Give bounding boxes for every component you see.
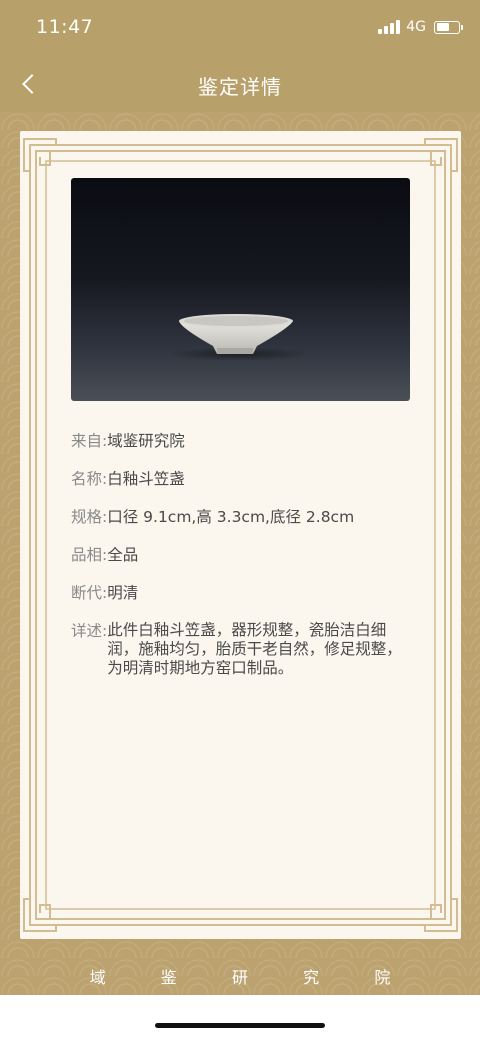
bowl-illustration [169, 314, 309, 361]
status-time: 11:47 [36, 16, 94, 38]
item-photo[interactable] [71, 178, 410, 401]
footer-char: 究 [303, 968, 320, 987]
appraisal-card: 来自: 域鉴研究院 名称: 白釉斗笠盏 规格: 口径 9.1cm,高 3.3cm… [20, 131, 461, 939]
detail-row-from: 来自: 域鉴研究院 [71, 431, 416, 452]
header: 11:47 4G 鉴定详情 [0, 0, 480, 112]
name-value: 白釉斗笠盏 [107, 470, 185, 488]
home-indicator[interactable] [155, 1023, 325, 1028]
condition-value: 全品 [107, 546, 139, 564]
page-title: 鉴定详情 [198, 75, 282, 99]
from-value: 域鉴研究院 [107, 432, 185, 450]
detail-row-dating: 断代: 明清 [71, 583, 416, 604]
footer-char: 鉴 [160, 968, 177, 987]
dating-value: 明清 [107, 584, 139, 602]
status-indicators: 4G [378, 19, 463, 35]
detail-row-spec: 规格: 口径 9.1cm,高 3.3cm,底径 2.8cm [71, 507, 416, 528]
spec-label: 规格: [71, 508, 108, 526]
detail-row-description: 详述: 此件白釉斗笠盏，器形规整，瓷胎洁白细润，施釉均匀，胎质干老自然，修足规整… [71, 621, 416, 678]
footer-char: 域 [89, 968, 106, 987]
condition-label: 品相: [71, 546, 108, 564]
network-type: 4G [406, 19, 426, 35]
dating-label: 断代: [71, 584, 108, 602]
from-label: 来自: [71, 432, 108, 450]
signal-icon [378, 20, 401, 34]
battery-icon [434, 20, 463, 34]
detail-row-name: 名称: 白釉斗笠盏 [71, 469, 416, 490]
name-label: 名称: [71, 470, 108, 488]
spec-value: 口径 9.1cm,高 3.3cm,底径 2.8cm [107, 508, 355, 526]
item-details: 来自: 域鉴研究院 名称: 白釉斗笠盏 规格: 口径 9.1cm,高 3.3cm… [71, 431, 416, 695]
description-label: 详述: [71, 622, 108, 640]
footer-char: 研 [231, 968, 248, 987]
footer-brand: 域 鉴 研 究 院 [0, 956, 480, 996]
detail-row-condition: 品相: 全品 [71, 545, 416, 566]
footer-char: 院 [374, 968, 391, 987]
description-value: 此件白釉斗笠盏，器形规整，瓷胎洁白细润，施釉均匀，胎质干老自然，修足规整，为明清… [107, 621, 402, 677]
